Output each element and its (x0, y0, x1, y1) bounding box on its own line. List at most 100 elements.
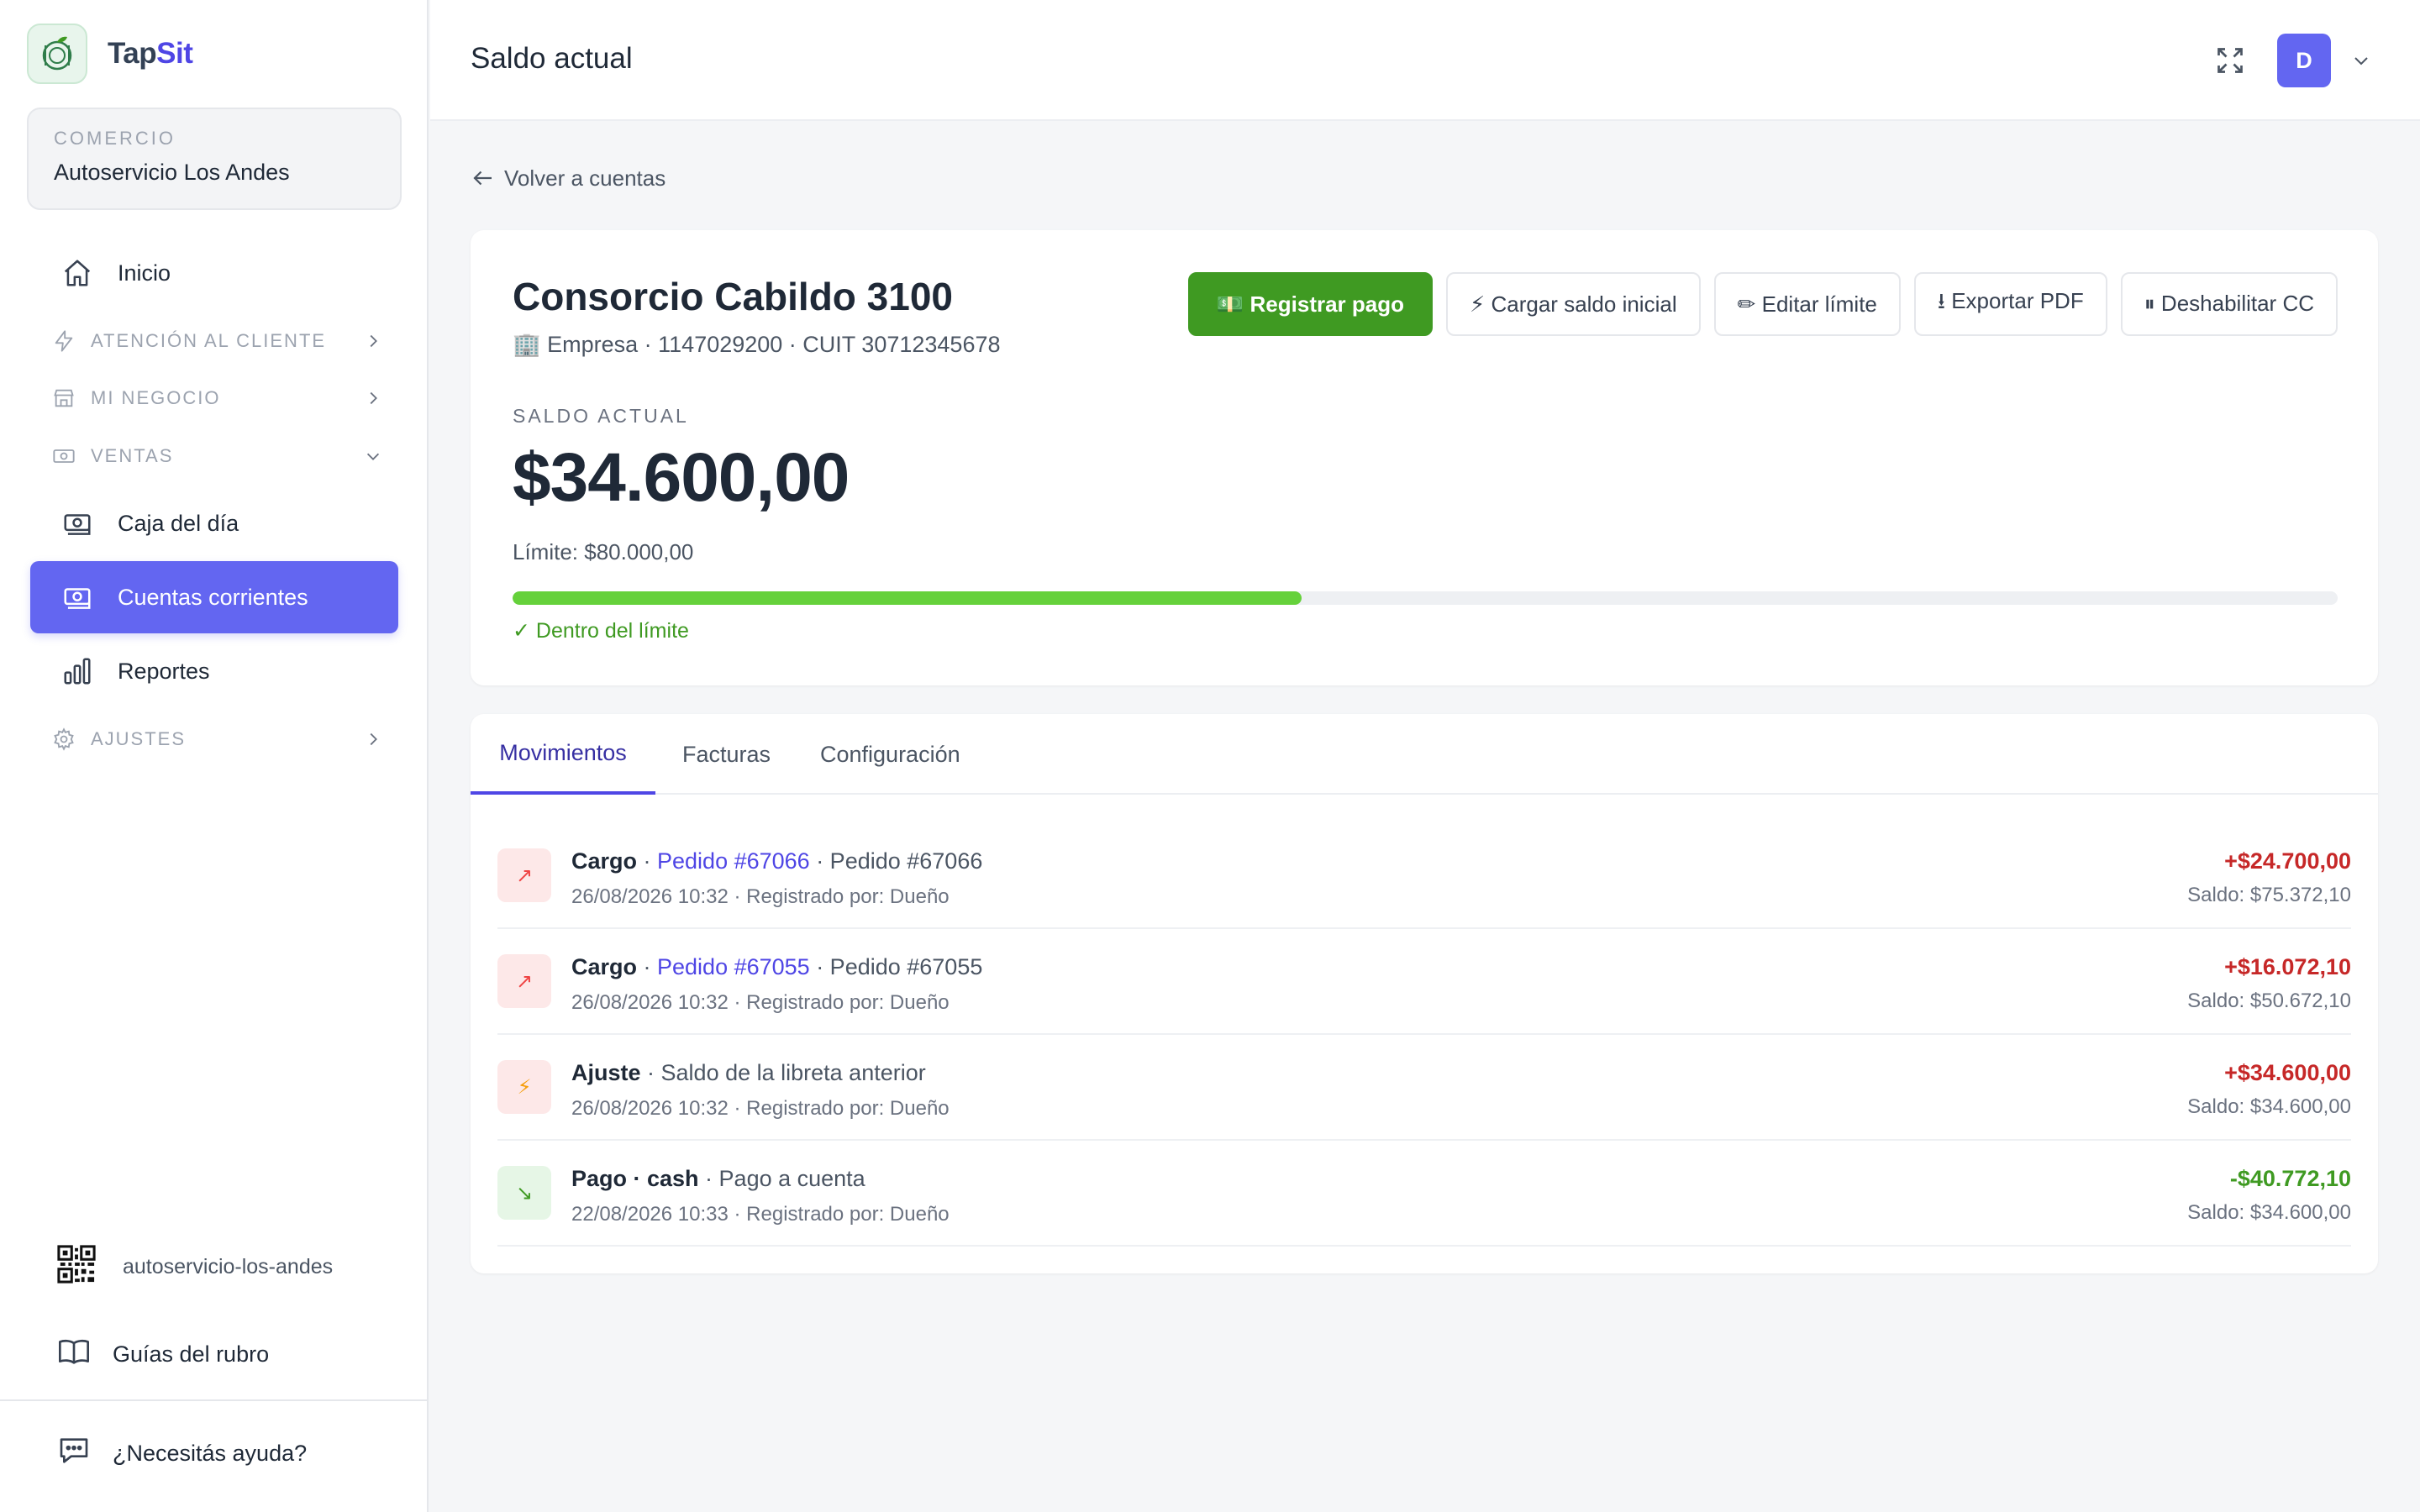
order-link[interactable]: Pedido #67066 (657, 848, 810, 874)
movement-desc: · Pago a cuenta (698, 1166, 865, 1191)
cash-icon (50, 443, 77, 470)
expand-icon (2217, 48, 2243, 73)
movement-type: Cargo (571, 954, 638, 979)
movement-row[interactable]: ↗ Cargo · Pedido #67066 · Pedido #67066 … (497, 823, 2351, 929)
gear-icon (50, 726, 77, 753)
tab-configuracion[interactable]: Configuración (793, 714, 987, 795)
arrow-left-icon (473, 171, 492, 186)
movement-balance: Saldo: $34.600,00 (2187, 1201, 2351, 1224)
sidebar-section-label: AJUSTES (91, 728, 187, 749)
movement-desc: · Pedido #67055 (809, 954, 983, 979)
export-pdf-button[interactable]: ⭳ Exportar PDF (1913, 272, 2107, 336)
load-initial-balance-button[interactable]: ⚡ Cargar saldo inicial (1446, 272, 1701, 336)
chat-bubble-icon (57, 1434, 91, 1473)
movement-amount: +$16.072,10 (2224, 954, 2351, 979)
movement-type: Pago · cash (571, 1166, 699, 1191)
help-label: ¿Necesitás ayuda? (113, 1440, 308, 1466)
movement-title: Ajuste · Saldo de la libreta anterior (571, 1060, 926, 1086)
sidebar-divider (0, 1399, 429, 1401)
arrow-down-right-icon: ↘ (497, 1166, 551, 1220)
sidebar-item-label: Cuentas corrientes (118, 584, 308, 610)
balance-label: SALDO ACTUAL (513, 405, 689, 427)
store-slug: autoservicio-los-andes (123, 1254, 334, 1278)
limit-progress-bar (513, 591, 2338, 605)
movement-subtitle: 26/08/2026 10:32 · Registrado por: Dueño (571, 991, 950, 1014)
movements-panel: Movimientos Facturas Configuración ↗ Car… (471, 714, 2378, 1273)
movement-subtitle: 22/08/2026 10:33 · Registrado por: Dueño (571, 1203, 950, 1226)
arrow-up-right-icon: ↗ (497, 848, 551, 902)
register-payment-button[interactable]: 💵 Registrar pago (1187, 272, 1434, 336)
fullscreen-button[interactable] (2210, 40, 2250, 81)
lightning-icon: ⚡ (497, 1060, 551, 1114)
movement-row[interactable]: ↘ Pago · cash · Pago a cuenta 22/08/2026… (497, 1141, 2351, 1247)
sidebar-item-guias[interactable]: Guías del rubro (57, 1329, 269, 1379)
movement-row[interactable]: ↗ Cargo · Pedido #67055 · Pedido #67055 … (497, 929, 2351, 1035)
movement-separator: · (637, 954, 658, 979)
sidebar-section-label: ATENCIÓN AL CLIENTE (91, 330, 327, 351)
sidebar-section-ajustes[interactable]: AJUSTES (50, 718, 387, 760)
store-label: COMERCIO (54, 128, 176, 149)
sidebar-section-atencion[interactable]: ATENCIÓN AL CLIENTE (50, 320, 387, 362)
movement-desc: · Saldo de la libreta anterior (640, 1060, 926, 1085)
sidebar-section-ventas[interactable]: VENTAS (50, 435, 387, 477)
page-title: Saldo actual (471, 42, 633, 75)
sidebar-item-label: Guías del rubro (113, 1341, 270, 1367)
brand-logo-icon (27, 24, 87, 84)
store-qr-link[interactable]: autoservicio-los-andes (57, 1242, 333, 1292)
chevron-down-icon (2354, 57, 2368, 66)
account-name: Consorcio Cabildo 3100 (513, 275, 954, 318)
brand[interactable]: TapSit (27, 24, 193, 84)
tab-movimientos[interactable]: Movimientos (471, 714, 655, 795)
back-link-label: Volver a cuentas (504, 165, 666, 191)
store-icon (50, 385, 77, 412)
edit-limit-button[interactable]: ✏ Editar límite (1713, 272, 1901, 336)
account-summary-card: Consorcio Cabildo 3100 🏢 Empresa · 11470… (471, 230, 2378, 685)
account-actions: 💵 Registrar pago ⚡ Cargar saldo inicial … (1187, 272, 2338, 336)
sidebar-item-inicio[interactable]: Inicio (30, 237, 398, 309)
movement-row[interactable]: ⚡ Ajuste · Saldo de la libreta anterior … (497, 1035, 2351, 1141)
movement-title: Cargo · Pedido #67055 · Pedido #67055 (571, 954, 982, 980)
store-selector[interactable]: COMERCIO Autoservicio Los Andes (27, 108, 402, 210)
movement-balance: Saldo: $34.600,00 (2187, 1095, 2351, 1118)
brand-name: TapSit (108, 37, 193, 71)
order-link[interactable]: Pedido #67055 (657, 954, 810, 979)
disable-account-button[interactable]: ⏸ Deshabilitar CC (2120, 272, 2338, 336)
movement-amount: -$40.772,10 (2229, 1166, 2351, 1191)
tab-facturas[interactable]: Facturas (655, 714, 797, 795)
movement-type: Ajuste (571, 1060, 641, 1085)
sidebar-section-negocio[interactable]: MI NEGOCIO (50, 377, 387, 419)
chevron-right-icon (360, 328, 387, 354)
movement-balance: Saldo: $50.672,10 (2187, 990, 2351, 1012)
sidebar: TapSit COMERCIO Autoservicio Los Andes I… (0, 0, 429, 1512)
brand-name-part1: Tap (108, 37, 157, 70)
movement-subtitle: 26/08/2026 10:32 · Registrado por: Dueño (571, 885, 950, 908)
limit-status: ✓ Dentro del límite (513, 619, 689, 643)
sidebar-item-reportes[interactable]: Reportes (30, 635, 398, 707)
chevron-down-icon (360, 443, 387, 470)
chevron-right-icon (360, 726, 387, 753)
sidebar-section-label: MI NEGOCIO (91, 387, 221, 408)
cash-icon (59, 579, 96, 616)
limit-progress-fill (513, 591, 1302, 605)
sidebar-item-label: Caja del día (118, 510, 239, 536)
balance-value: $34.600,00 (513, 439, 850, 516)
sidebar-item-caja[interactable]: Caja del día (30, 487, 398, 559)
sidebar-item-cuentas[interactable]: Cuentas corrientes (30, 561, 398, 633)
user-avatar[interactable]: D (2277, 34, 2331, 87)
sidebar-section-label: VENTAS (91, 445, 174, 466)
chevron-right-icon (360, 385, 387, 412)
movement-desc: · Pedido #67066 (809, 848, 983, 874)
movement-subtitle: 26/08/2026 10:32 · Registrado por: Dueño (571, 1097, 950, 1120)
sidebar-item-label: Inicio (118, 260, 171, 286)
help-link[interactable]: ¿Necesitás ayuda? (57, 1428, 307, 1478)
arrow-up-right-icon: ↗ (497, 954, 551, 1008)
store-name: Autoservicio Los Andes (54, 160, 290, 185)
movement-title: Pago · cash · Pago a cuenta (571, 1166, 865, 1192)
user-menu-chevron[interactable] (2348, 47, 2375, 74)
home-icon (59, 255, 96, 291)
movement-type: Cargo (571, 848, 638, 874)
sidebar-item-label: Reportes (118, 658, 210, 684)
back-to-accounts-link[interactable]: Volver a cuentas (471, 161, 666, 195)
qr-code-icon (57, 1244, 96, 1289)
movement-title: Cargo · Pedido #67066 · Pedido #67066 (571, 848, 982, 874)
